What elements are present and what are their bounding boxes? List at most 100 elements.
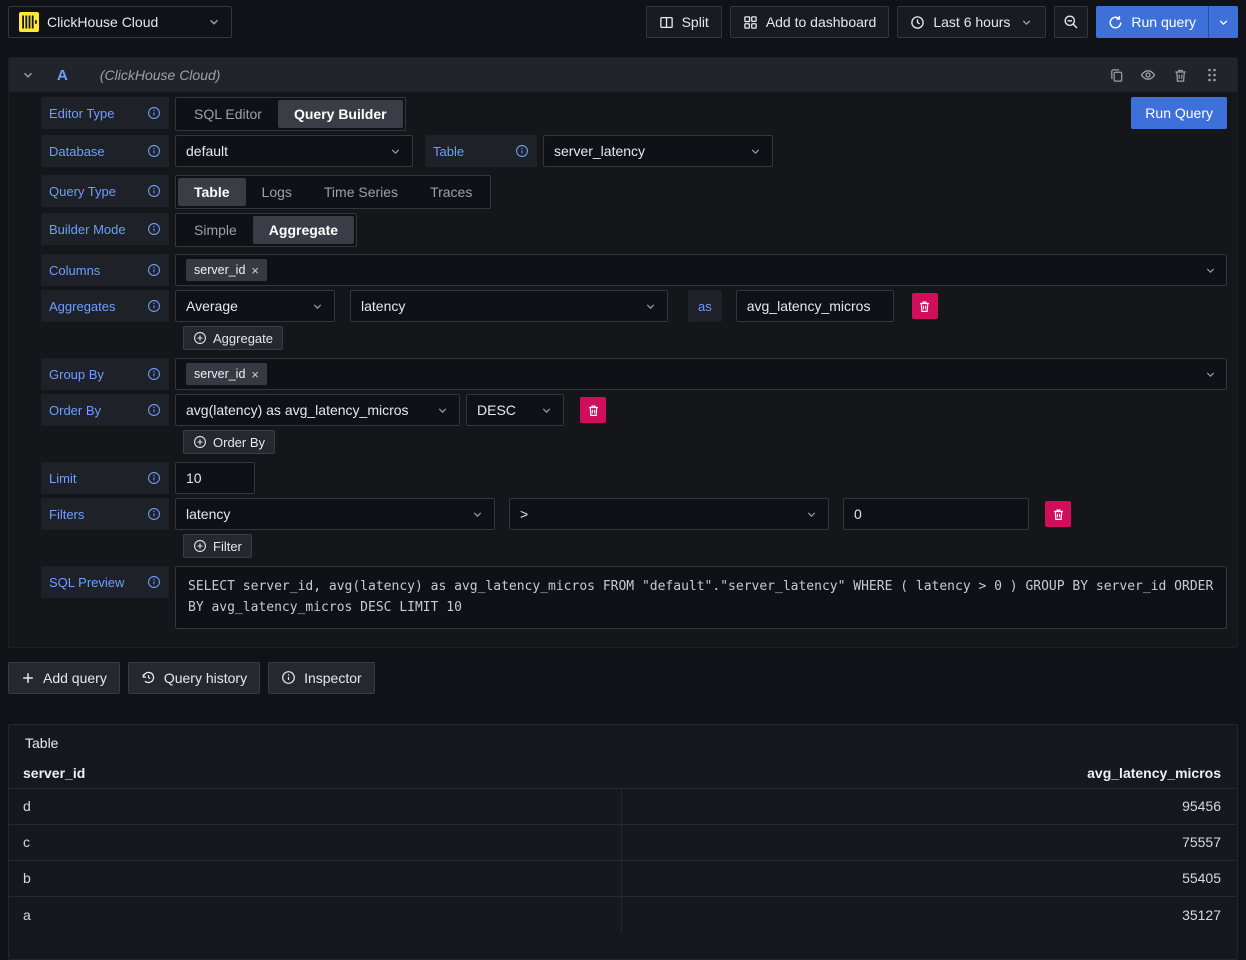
- filter-operator-select[interactable]: >: [509, 498, 829, 530]
- aggregates-label: Aggregates: [41, 290, 169, 322]
- toolbar-actions: Split Add to dashboard Last 6 hours: [646, 6, 1238, 38]
- info-icon[interactable]: [147, 106, 161, 120]
- sql-preview-row: SQL Preview SELECT server_id, avg(latenc…: [41, 566, 1227, 629]
- table-row[interactable]: b 55405: [9, 861, 1237, 897]
- chevron-down-icon: [207, 15, 221, 29]
- clickhouse-logo-icon: [19, 12, 39, 32]
- builder-mode-toggle: Simple Aggregate: [175, 213, 357, 247]
- add-order-by-button[interactable]: Order By: [183, 430, 275, 454]
- run-query-button[interactable]: Run query: [1096, 6, 1208, 38]
- editor-type-query-builder[interactable]: Query Builder: [278, 100, 403, 128]
- order-by-direction-select[interactable]: DESC: [466, 394, 564, 426]
- drag-handle-icon[interactable]: [1199, 62, 1225, 88]
- table-select[interactable]: server_latency: [543, 135, 773, 167]
- add-to-dashboard-label: Add to dashboard: [766, 14, 877, 30]
- query-type-toggle: Table Logs Time Series Traces: [175, 175, 491, 209]
- columns-chip: server_id ×: [186, 259, 267, 281]
- filter-value-field[interactable]: [843, 498, 1029, 530]
- table-row[interactable]: a 35127: [9, 897, 1237, 933]
- editor-type-sql-editor[interactable]: SQL Editor: [178, 100, 278, 128]
- builder-mode-aggregate[interactable]: Aggregate: [253, 216, 354, 244]
- table-label: Table: [425, 135, 537, 167]
- split-label: Split: [682, 14, 709, 30]
- group-by-multiselect[interactable]: server_id ×: [175, 358, 1227, 390]
- filter-column-select[interactable]: latency: [175, 498, 495, 530]
- run-query-dropdown-toggle[interactable]: [1208, 6, 1238, 38]
- zoom-out-time-button[interactable]: [1054, 6, 1088, 38]
- builder-mode-simple[interactable]: Simple: [178, 216, 253, 244]
- table-row[interactable]: d 95456: [9, 789, 1237, 825]
- limit-label: Limit: [41, 462, 169, 494]
- aggregate-column-select[interactable]: latency: [350, 290, 668, 322]
- info-icon[interactable]: [147, 575, 161, 589]
- order-by-row: Order By avg(latency) as avg_latency_mic…: [41, 394, 1227, 426]
- builder-mode-label: Builder Mode: [41, 213, 169, 245]
- limit-input[interactable]: [186, 470, 244, 486]
- aggregate-alias-field[interactable]: [736, 290, 894, 322]
- query-builder-body: Editor Type SQL Editor Query Builder Run…: [9, 92, 1237, 647]
- add-aggregate-button[interactable]: Aggregate: [183, 326, 283, 350]
- query-datasource-hint: (ClickHouse Cloud): [100, 67, 1089, 83]
- builder-mode-row: Builder Mode Simple Aggregate: [41, 213, 1227, 247]
- query-type-traces[interactable]: Traces: [414, 178, 488, 206]
- add-filter-row: Filter: [183, 534, 1227, 558]
- table-panel: Table server_id avg_latency_micros d 954…: [8, 724, 1238, 960]
- info-icon[interactable]: [147, 471, 161, 485]
- aggregates-row: Aggregates Average latency as: [41, 290, 1227, 322]
- info-icon[interactable]: [147, 184, 161, 198]
- run-query-inline-button[interactable]: Run Query: [1131, 97, 1227, 129]
- editor-type-row: Editor Type SQL Editor Query Builder Run…: [41, 97, 1227, 131]
- time-range-label: Last 6 hours: [933, 14, 1010, 30]
- add-filter-button[interactable]: Filter: [183, 534, 252, 558]
- duplicate-query-icon[interactable]: [1103, 62, 1129, 88]
- columns-multiselect[interactable]: server_id ×: [175, 254, 1227, 286]
- query-type-time-series[interactable]: Time Series: [308, 178, 414, 206]
- database-select[interactable]: default: [175, 135, 413, 167]
- time-range-picker[interactable]: Last 6 hours: [897, 6, 1046, 38]
- add-to-dashboard-button[interactable]: Add to dashboard: [730, 6, 890, 38]
- run-query-label: Run query: [1131, 14, 1196, 30]
- column-header-avg-latency[interactable]: avg_latency_micros: [621, 765, 1237, 781]
- info-icon[interactable]: [147, 144, 161, 158]
- info-icon[interactable]: [147, 263, 161, 277]
- collapse-chevron-icon[interactable]: [21, 68, 35, 82]
- table-row[interactable]: c 75557: [9, 825, 1237, 861]
- order-by-expression-select[interactable]: avg(latency) as avg_latency_micros: [175, 394, 460, 426]
- split-icon: [659, 15, 674, 30]
- info-icon[interactable]: [147, 222, 161, 236]
- column-header-server-id[interactable]: server_id: [9, 765, 621, 781]
- query-type-row: Query Type Table Logs Time Series Traces: [41, 175, 1227, 209]
- sql-preview-text: SELECT server_id, avg(latency) as avg_la…: [175, 566, 1227, 629]
- clock-icon: [910, 15, 925, 30]
- remove-filter-button[interactable]: [1045, 501, 1071, 527]
- table-panel-title[interactable]: Table: [9, 733, 1237, 759]
- group-by-row: Group By server_id ×: [41, 358, 1227, 390]
- info-icon[interactable]: [515, 144, 529, 158]
- limit-field[interactable]: [175, 462, 255, 494]
- datasource-name: ClickHouse Cloud: [47, 14, 199, 30]
- query-type-logs[interactable]: Logs: [246, 178, 308, 206]
- query-type-table[interactable]: Table: [178, 178, 246, 206]
- aggregate-alias-input[interactable]: [747, 298, 883, 314]
- info-icon[interactable]: [147, 507, 161, 521]
- database-table-row: Database default Table server_latency: [41, 135, 1227, 167]
- history-icon: [141, 670, 156, 685]
- split-button[interactable]: Split: [646, 6, 722, 38]
- info-icon[interactable]: [147, 367, 161, 381]
- remove-order-by-button[interactable]: [580, 397, 606, 423]
- info-icon[interactable]: [147, 403, 161, 417]
- chip-remove-icon[interactable]: ×: [251, 368, 259, 381]
- chip-remove-icon[interactable]: ×: [251, 264, 259, 277]
- filter-value-input[interactable]: [854, 506, 1018, 522]
- datasource-picker[interactable]: ClickHouse Cloud: [8, 6, 232, 38]
- query-ref-id[interactable]: A: [57, 67, 68, 84]
- order-by-label: Order By: [41, 394, 169, 426]
- inspector-button[interactable]: Inspector: [268, 662, 375, 694]
- info-icon[interactable]: [147, 299, 161, 313]
- query-history-button[interactable]: Query history: [128, 662, 260, 694]
- add-query-button[interactable]: Add query: [8, 662, 120, 694]
- aggregate-function-select[interactable]: Average: [175, 290, 335, 322]
- hide-response-eye-icon[interactable]: [1135, 62, 1161, 88]
- remove-query-trash-icon[interactable]: [1167, 62, 1193, 88]
- remove-aggregate-button[interactable]: [912, 293, 938, 319]
